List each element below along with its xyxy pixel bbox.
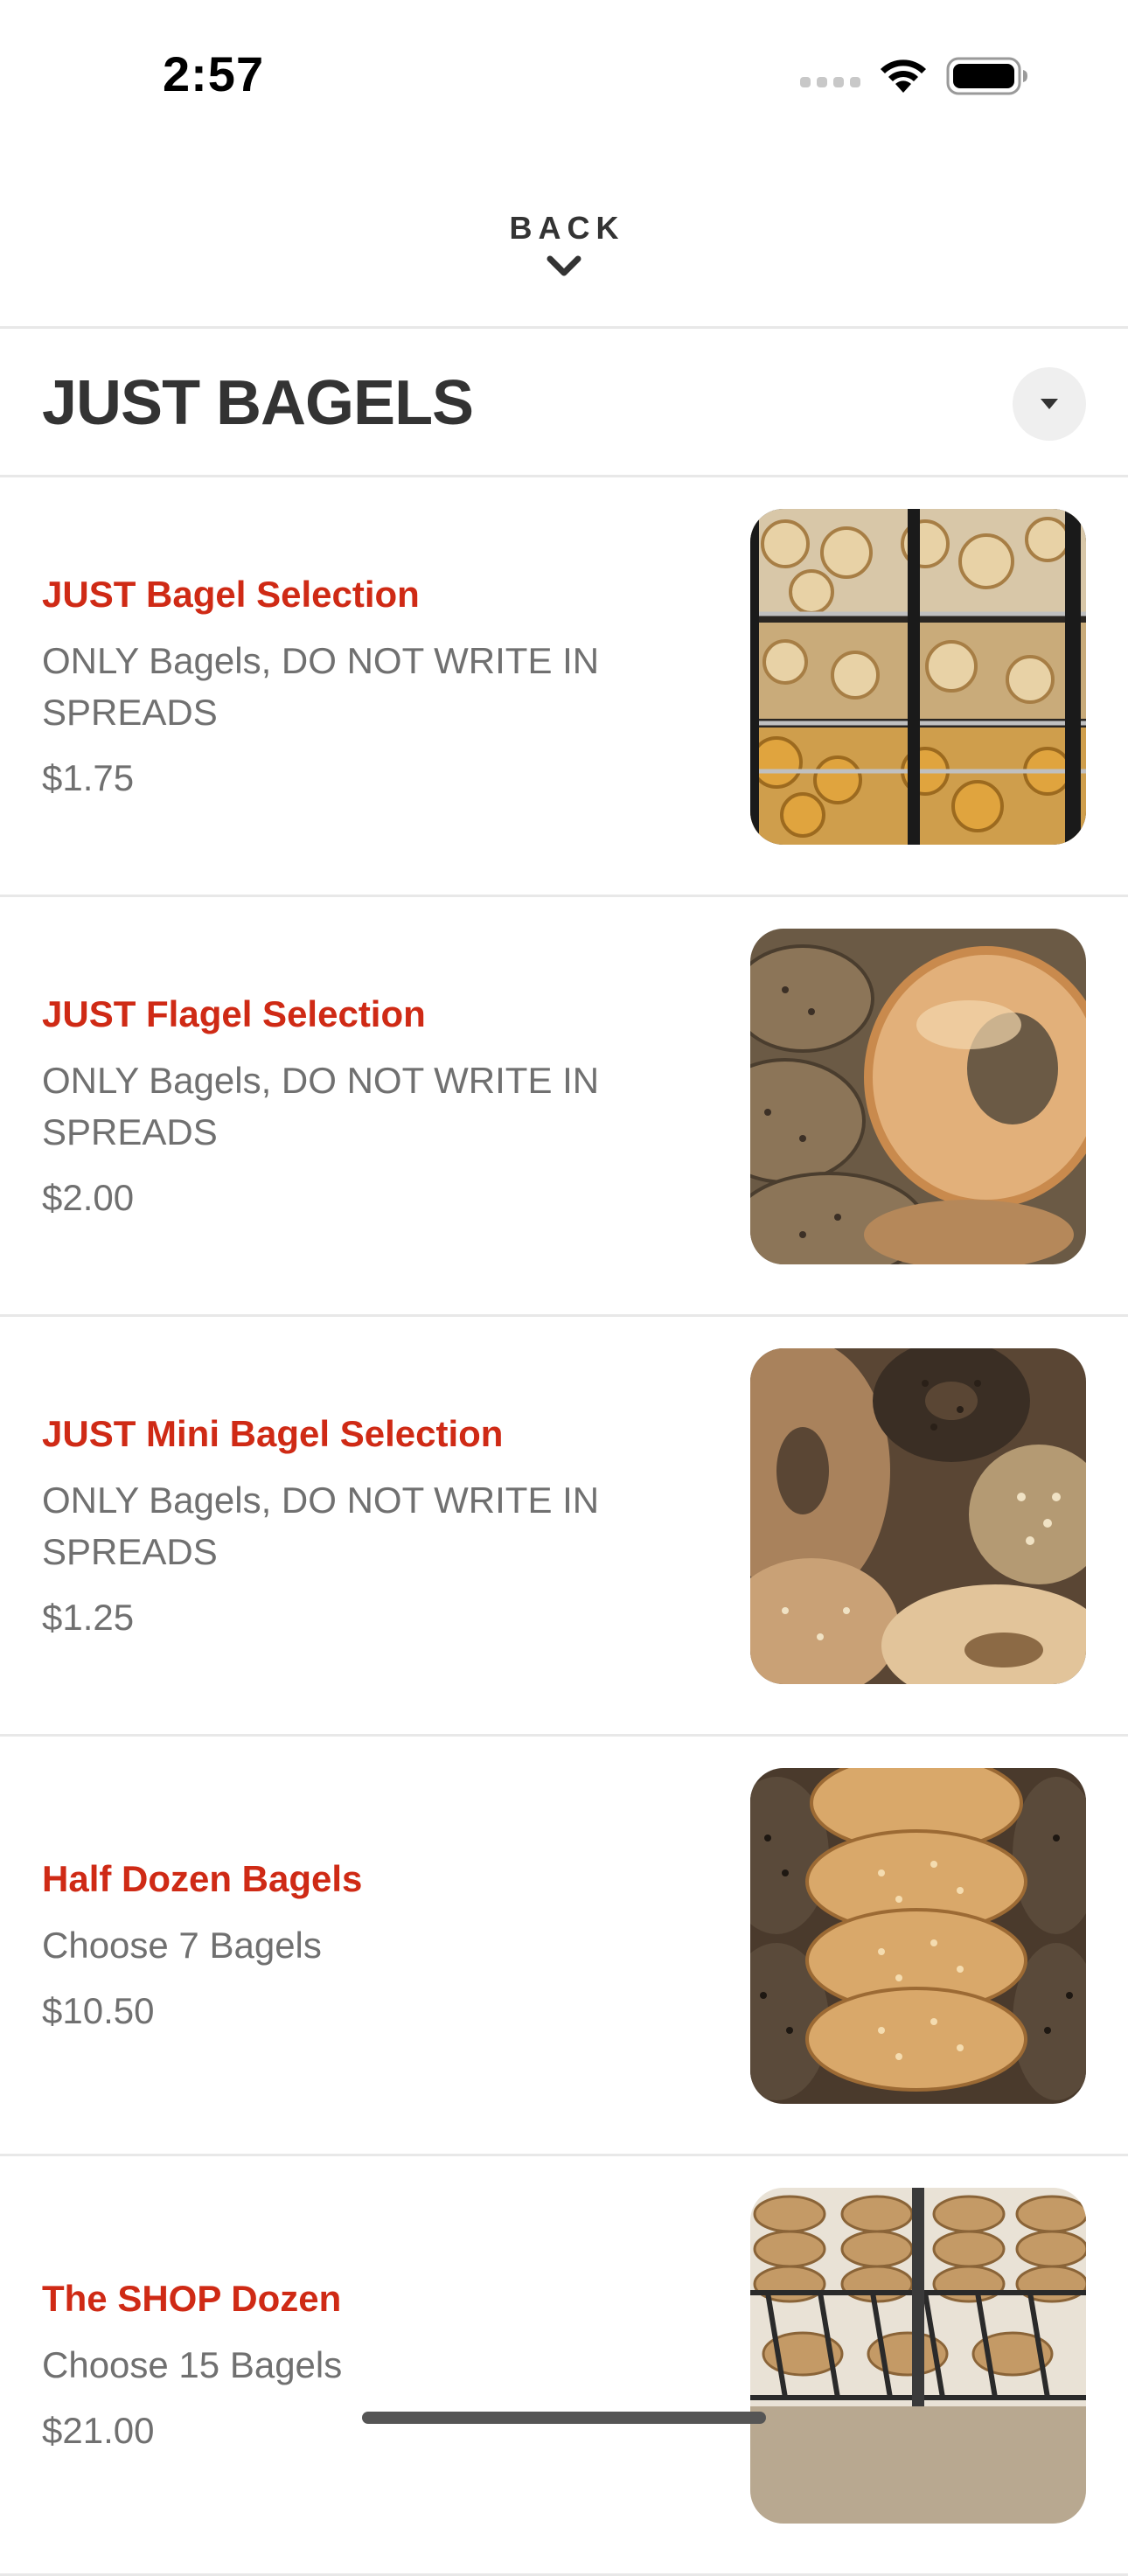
- menu-item-name[interactable]: Half Dozen Bagels: [42, 1855, 707, 1904]
- status-time: 2:57: [163, 46, 265, 101]
- wifi-icon: [881, 59, 926, 93]
- status-bar: 2:57: [0, 0, 1128, 149]
- menu-item-list: JUST Bagel Selection ONLY Bagels, DO NOT…: [0, 477, 1128, 2576]
- battery-icon: [946, 57, 1027, 95]
- menu-item-text: JUST Bagel Selection ONLY Bagels, DO NOT…: [42, 477, 707, 895]
- menu-item-text: JUST Mini Bagel Selection ONLY Bagels, D…: [42, 1317, 707, 1734]
- menu-item-description: ONLY Bagels, DO NOT WRITE IN SPREADS: [42, 1479, 600, 1572]
- mini-bagel-photo[interactable]: [750, 1348, 1086, 1684]
- half-dozen-bagels-photo[interactable]: [750, 1768, 1086, 2104]
- home-indicator[interactable]: [362, 2412, 766, 2424]
- menu-item-name[interactable]: JUST Mini Bagel Selection: [42, 1410, 707, 1459]
- menu-item-text: JUST Flagel Selection ONLY Bagels, DO NO…: [42, 897, 707, 1314]
- menu-item-price: $10.50: [42, 1990, 155, 2031]
- menu-item[interactable]: JUST Flagel Selection ONLY Bagels, DO NO…: [0, 897, 1128, 1317]
- menu-item[interactable]: Half Dozen Bagels Choose 7 Bagels $10.50: [0, 1737, 1128, 2156]
- menu-item-text: The SHOP Dozen Choose 15 Bagels $21.00: [42, 2156, 707, 2573]
- menu-item-description: Choose 7 Bagels: [42, 1925, 322, 1966]
- menu-item-description: ONLY Bagels, DO NOT WRITE IN SPREADS: [42, 1059, 600, 1152]
- menu-item-description: ONLY Bagels, DO NOT WRITE IN SPREADS: [42, 639, 600, 733]
- section-collapse-button[interactable]: [1013, 367, 1086, 441]
- flagel-photo[interactable]: [750, 929, 1086, 1264]
- chevron-down-icon[interactable]: [547, 255, 581, 278]
- menu-item-name[interactable]: JUST Bagel Selection: [42, 570, 707, 619]
- menu-item[interactable]: JUST Bagel Selection ONLY Bagels, DO NOT…: [0, 477, 1128, 897]
- bagel-display-case-photo[interactable]: [750, 509, 1086, 845]
- menu-item-name[interactable]: JUST Flagel Selection: [42, 990, 707, 1039]
- menu-item-text: Half Dozen Bagels Choose 7 Bagels $10.50: [42, 1737, 707, 2154]
- cellular-signal-icon: [800, 77, 860, 87]
- caret-down-icon: [1041, 399, 1058, 409]
- menu-item-description: Choose 15 Bagels: [42, 2344, 343, 2385]
- menu-item[interactable]: The SHOP Dozen Choose 15 Bagels $21.00: [0, 2156, 1128, 2576]
- menu-item-price: $2.00: [42, 1176, 135, 1218]
- menu-item-name[interactable]: The SHOP Dozen: [42, 2274, 707, 2323]
- section-header: JUST BAGELS: [0, 329, 1128, 477]
- status-icons: [800, 54, 1028, 98]
- menu-item-price: $1.25: [42, 1596, 135, 1638]
- back-button[interactable]: BACK: [0, 210, 1128, 247]
- back-header[interactable]: BACK: [0, 149, 1128, 329]
- menu-item[interactable]: JUST Mini Bagel Selection ONLY Bagels, D…: [0, 1317, 1128, 1737]
- menu-item-price: $1.75: [42, 756, 135, 798]
- section-title: JUST BAGELS: [42, 368, 474, 438]
- shop-dozen-photo[interactable]: [750, 2188, 1086, 2524]
